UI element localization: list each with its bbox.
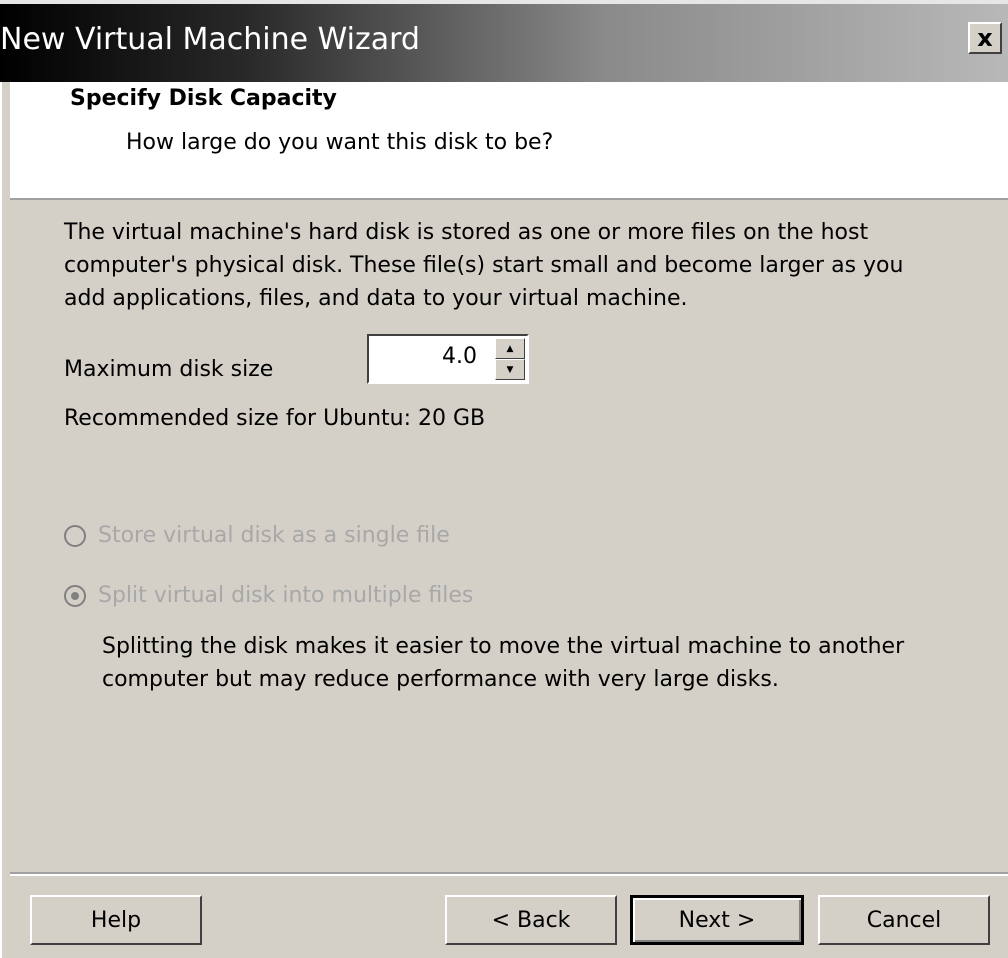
title-bar-accent: [0, 0, 1008, 4]
radio-single-file[interactable]: [64, 524, 86, 547]
help-button-label: Help: [90, 907, 142, 933]
button-divider: [10, 872, 1008, 876]
spin-up-button[interactable]: ▲: [495, 338, 525, 359]
radio-split-files[interactable]: [64, 584, 86, 607]
next-button[interactable]: Next >: [630, 895, 804, 945]
single-file-label: Store virtual disk as a single file: [98, 523, 450, 548]
arrow-up-icon: ▲: [506, 343, 514, 354]
help-button[interactable]: Help: [30, 895, 202, 945]
cancel-button-label: Cancel: [866, 907, 942, 933]
page-title: Specify Disk Capacity: [70, 86, 337, 111]
wizard-window: New Virtual Machine Wizard x Specify Dis…: [0, 0, 1008, 958]
window-left-border: [0, 82, 10, 958]
close-icon: x: [977, 24, 993, 52]
window-title: New Virtual Machine Wizard: [0, 22, 420, 57]
split-files-option[interactable]: Split virtual disk into multiple files: [64, 583, 473, 608]
back-button[interactable]: < Back: [445, 895, 617, 945]
spin-down-button[interactable]: ▼: [495, 359, 525, 380]
wizard-header: Specify Disk Capacity How large do you w…: [10, 82, 1008, 200]
recommended-size: Recommended size for Ubuntu: 20 GB: [64, 406, 486, 431]
single-file-option[interactable]: Store virtual disk as a single file: [64, 523, 450, 548]
disk-size-stepper[interactable]: 4.0 ▲ ▼: [367, 334, 529, 384]
title-bar: New Virtual Machine Wizard x: [0, 0, 1008, 82]
disk-size-value[interactable]: 4.0: [442, 344, 477, 369]
disk-description: The virtual machine's hard disk is store…: [64, 220, 904, 311]
disk-size-label: Maximum disk size: [64, 357, 274, 382]
back-button-label: < Back: [491, 907, 571, 933]
cancel-button[interactable]: Cancel: [818, 895, 990, 945]
split-files-label: Split virtual disk into multiple files: [98, 583, 474, 608]
arrow-down-icon: ▼: [506, 364, 514, 375]
split-description: Splitting the disk makes it easier to mo…: [102, 634, 905, 692]
close-button[interactable]: x: [968, 22, 1002, 54]
page-subtitle: How large do you want this disk to be?: [126, 130, 554, 155]
next-button-label: Next >: [678, 907, 756, 933]
